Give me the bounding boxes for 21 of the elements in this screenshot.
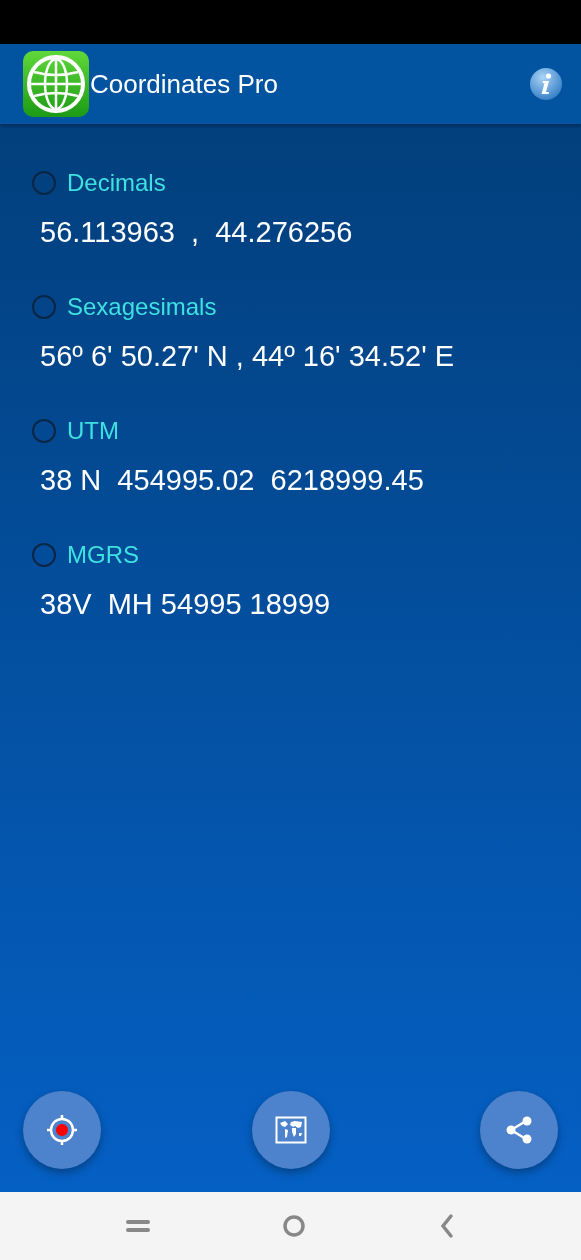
radio-button[interactable] [32,295,56,319]
coordinate-value: 38 N 454995.02 6218999.45 [40,464,425,497]
format-label[interactable]: Decimals [67,169,166,197]
radio-button[interactable] [32,543,56,567]
info-icon[interactable] [529,67,563,101]
radio-button[interactable] [32,419,56,443]
radio-button[interactable] [32,171,56,195]
format-label[interactable]: Sexagesimals [67,293,217,321]
format-label[interactable]: MGRS [67,541,139,569]
coordinate-value: 56.113963 , 44.276256 [40,216,354,249]
world-map-icon [274,1116,307,1144]
home-icon[interactable] [282,1214,307,1238]
coordinate-value: 38V MH 54995 18999 [40,588,332,621]
format-label[interactable]: UTM [67,417,119,445]
app-title: Coordinates Pro [90,68,279,100]
share-icon [504,1115,534,1145]
crosshair-icon [45,1113,79,1147]
globe-icon [23,51,89,117]
back-icon[interactable] [438,1213,455,1239]
menu-icon[interactable] [126,1218,151,1234]
coordinate-value: 56º 6' 50.27' N , 44º 16' 34.52' E [40,340,456,373]
